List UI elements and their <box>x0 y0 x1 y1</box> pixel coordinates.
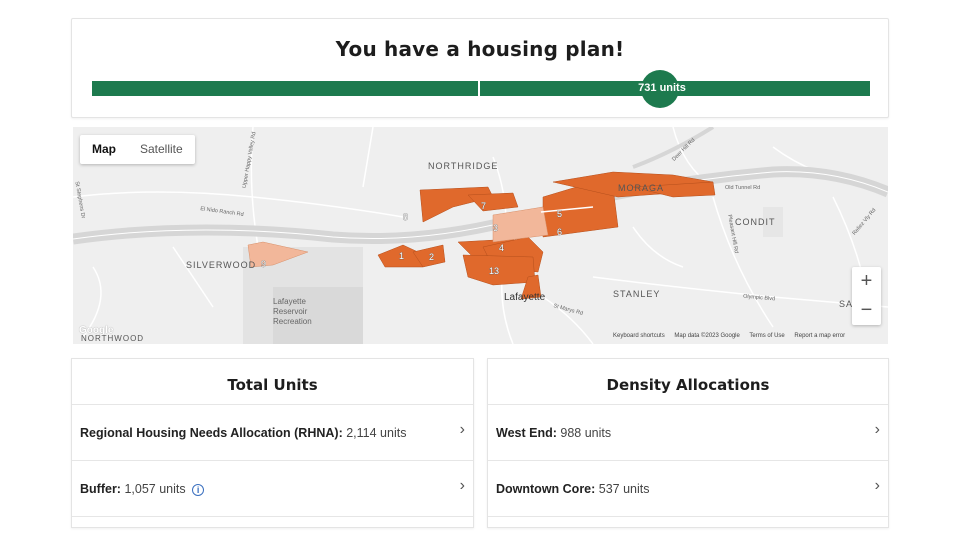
west-end-label: West End: <box>496 426 557 440</box>
zone-3 <box>492 206 549 243</box>
map-label-lafayette: Lafayette <box>504 292 546 303</box>
total-units-panel: Total Units Regional Housing Needs Alloc… <box>71 358 474 528</box>
zoom-out-button[interactable]: − <box>852 296 881 325</box>
zone-label-6: 6 <box>557 227 562 237</box>
zone-7 <box>467 192 519 212</box>
map-footer: Keyboard shortcuts Map data ©2023 Google… <box>613 333 853 339</box>
housing-plan-card: You have a housing plan! 731 units <box>71 18 889 118</box>
report-map-error-link[interactable]: Report a map error <box>794 333 845 339</box>
map-label-stanley: STANLEY <box>613 289 661 299</box>
chevron-right-icon[interactable]: › <box>875 477 880 495</box>
map-data-attribution: Map data ©2023 Google <box>674 333 740 339</box>
buffer-value: 1,057 units <box>124 482 186 496</box>
map-canvas[interactable]: 8 7 1 2 3 4 13 5 6 9 <box>73 127 888 344</box>
map-view[interactable]: 8 7 1 2 3 4 13 5 6 9 NORTHRIDGE MORAGA C… <box>73 127 888 344</box>
units-progress-bar: 731 units <box>92 70 870 108</box>
zone-label-4: 4 <box>499 243 504 253</box>
map-label-northridge: NORTHRIDGE <box>428 161 499 171</box>
west-end-value: 988 units <box>560 426 612 440</box>
plan-title: You have a housing plan! <box>335 37 625 61</box>
map-type-satellite-button[interactable]: Satellite <box>128 135 195 164</box>
west-end-row[interactable]: West End: 988 units › <box>488 404 888 460</box>
next-row-partial <box>72 516 473 529</box>
zoom-in-button[interactable]: + <box>852 267 881 296</box>
next-row-partial <box>488 516 888 529</box>
chevron-right-icon[interactable]: › <box>460 477 465 495</box>
map-type-toggle: Map Satellite <box>80 135 195 164</box>
buffer-label: Buffer: <box>80 482 121 496</box>
zone-label-3: 3 <box>493 223 498 233</box>
chevron-right-icon[interactable]: › <box>460 421 465 439</box>
zone-label-13: 13 <box>489 266 499 276</box>
rhna-label: Regional Housing Needs Allocation (RHNA)… <box>80 426 343 440</box>
google-logo: Google <box>79 325 114 336</box>
rhna-value: 2,114 units <box>346 426 407 440</box>
map-label-sa: SA <box>839 299 854 309</box>
map-label-reservoir-3: Recreation <box>273 317 312 326</box>
zone-label-8: 8 <box>403 212 408 222</box>
density-allocations-title: Density Allocations <box>606 376 770 394</box>
map-label-reservoir-2: Reservoir <box>273 307 308 316</box>
downtown-core-label: Downtown Core: <box>496 482 596 496</box>
terms-of-use-link[interactable]: Terms of Use <box>749 333 784 339</box>
map-label-silverwood: SILVERWOOD <box>186 260 257 270</box>
downtown-core-value: 537 units <box>598 482 650 496</box>
density-allocations-panel: Density Allocations West End: 988 units … <box>487 358 889 528</box>
downtown-core-row[interactable]: Downtown Core: 537 units › <box>488 460 888 516</box>
info-icon[interactable]: i <box>192 484 205 496</box>
zoom-controls: + − <box>852 267 881 325</box>
chevron-right-icon[interactable]: › <box>875 421 880 439</box>
buffer-row[interactable]: Buffer: 1,057 units i › <box>72 460 473 516</box>
zone-label-9: 9 <box>261 259 266 269</box>
zone-label-2: 2 <box>429 252 434 262</box>
rhna-row[interactable]: Regional Housing Needs Allocation (RHNA)… <box>72 404 473 460</box>
zone-label-7: 7 <box>481 201 486 211</box>
keyboard-shortcuts-link[interactable]: Keyboard shortcuts <box>613 333 665 339</box>
map-label-reservoir-1: Lafayette <box>273 297 306 306</box>
map-type-map-button[interactable]: Map <box>80 135 128 164</box>
total-units-title: Total Units <box>227 376 318 394</box>
units-count-label: 731 units <box>638 82 686 94</box>
progress-divider <box>478 81 480 96</box>
zone-label-5: 5 <box>557 209 562 219</box>
map-label-moraga: MORAGA <box>618 183 665 193</box>
map-label-condit: CONDIT <box>735 217 776 227</box>
zone-label-1: 1 <box>399 251 404 261</box>
road-label-old-tunnel: Old Tunnel Rd <box>725 185 761 191</box>
